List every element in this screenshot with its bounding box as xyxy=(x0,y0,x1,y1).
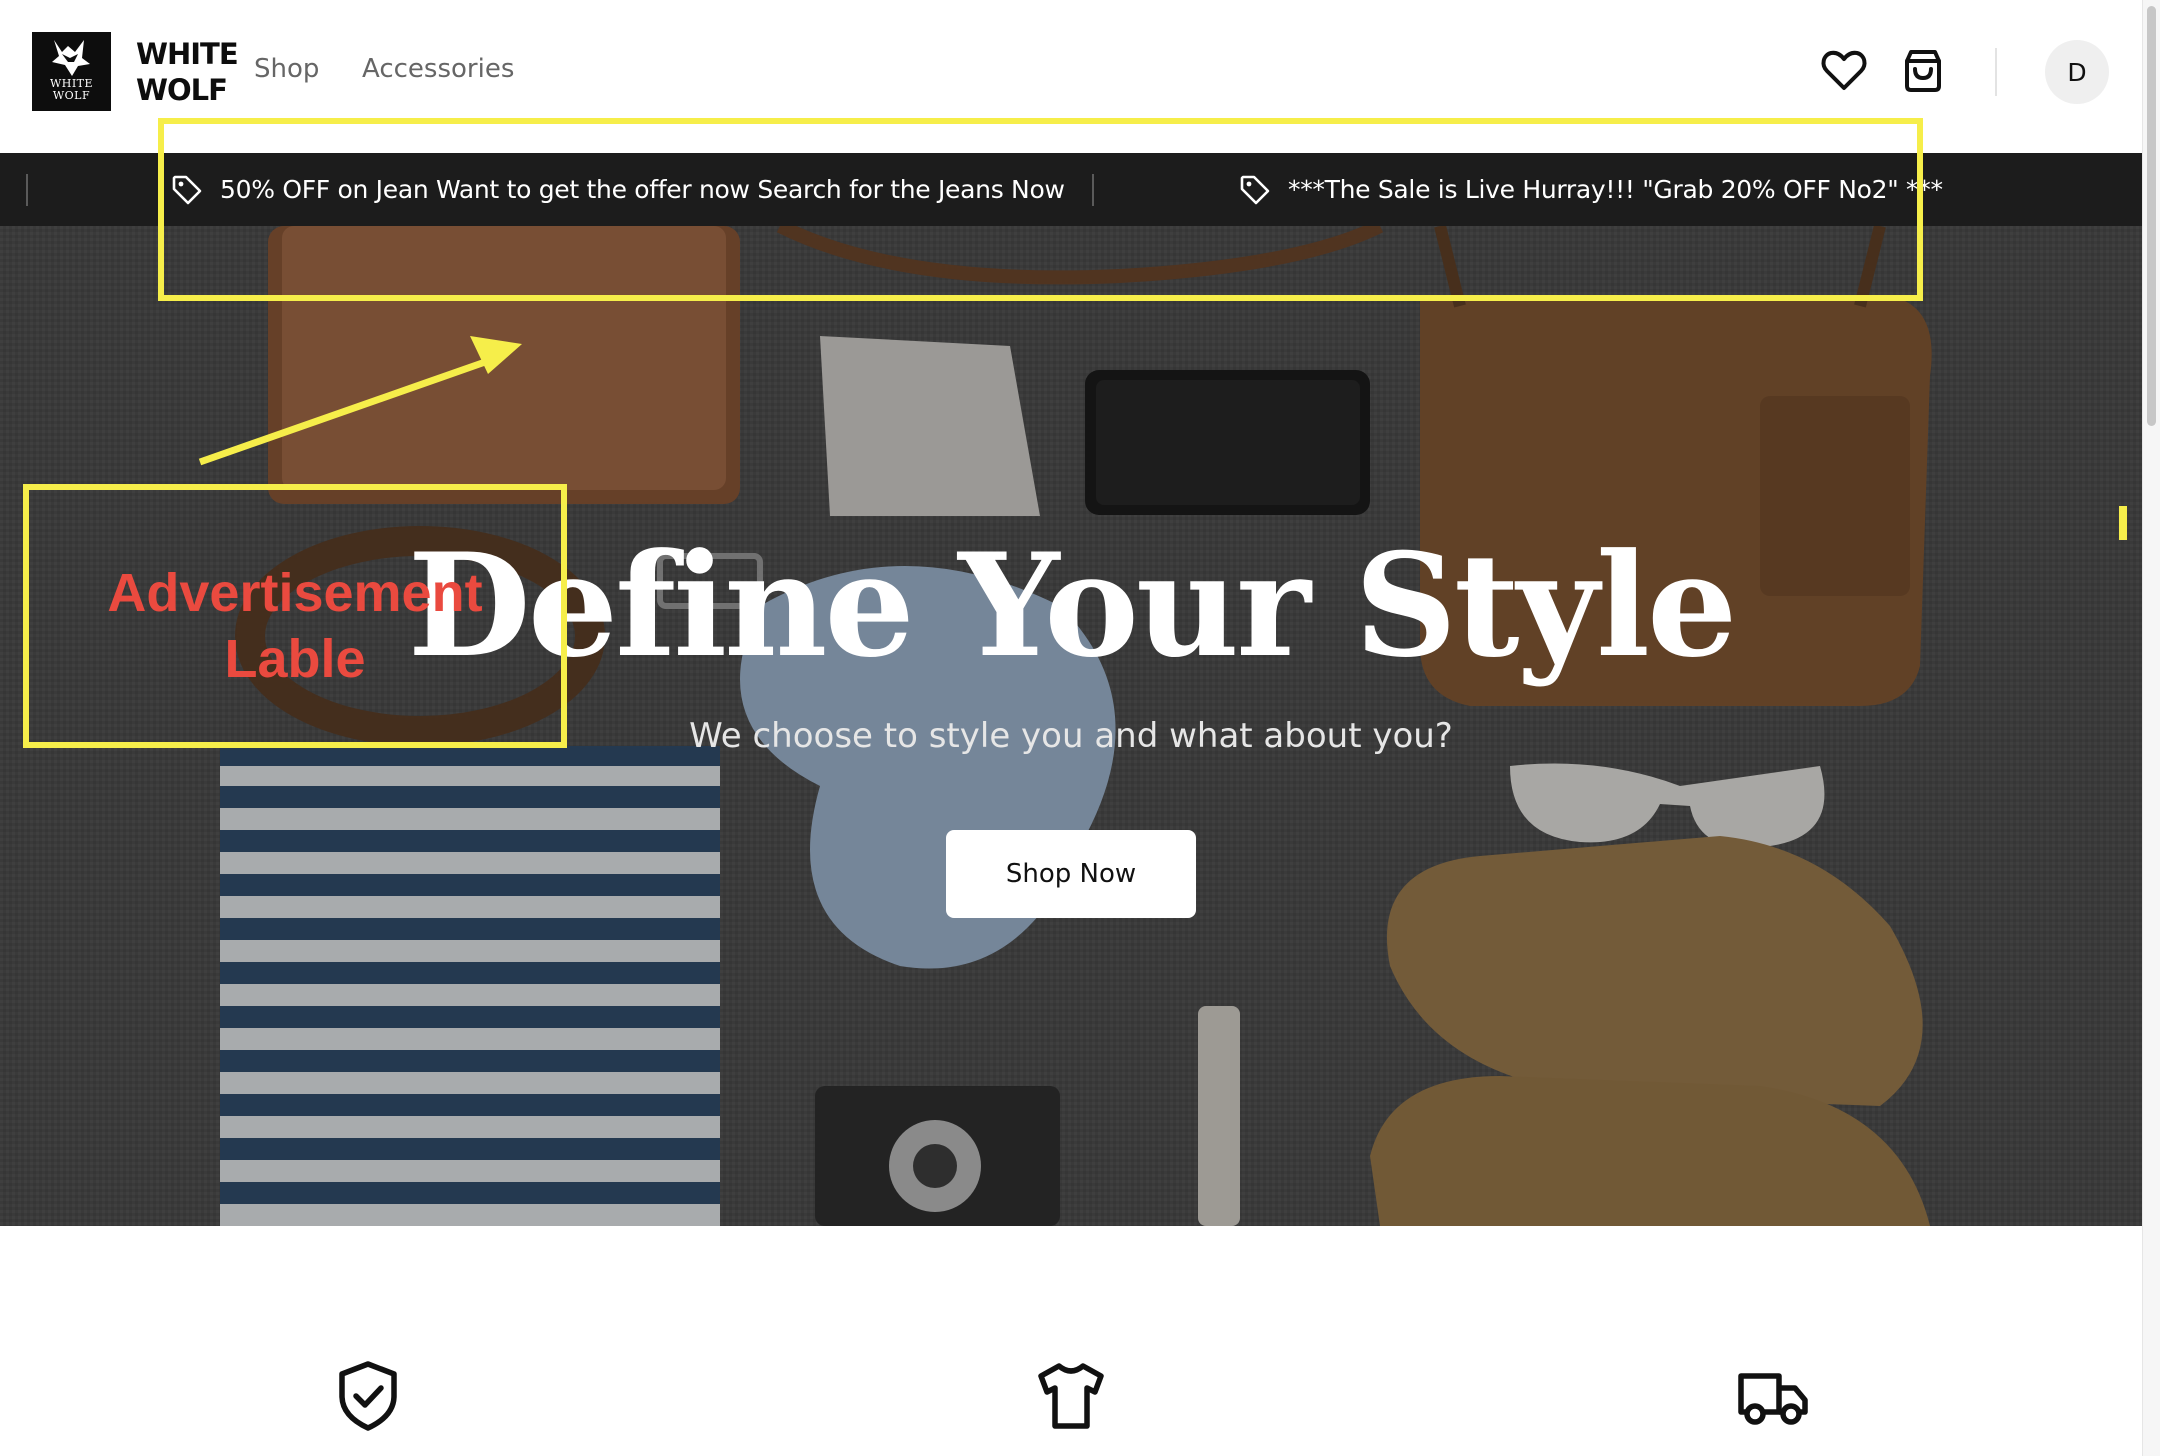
tshirt-icon xyxy=(1033,1358,1109,1434)
announcement-separator xyxy=(1092,174,1094,206)
header-divider xyxy=(1995,48,1997,96)
hero-banner: Define Your Style We choose to style you… xyxy=(0,226,2142,1226)
announcement-separator xyxy=(26,174,28,206)
heart-icon[interactable] xyxy=(1819,46,1869,96)
nav-accessories[interactable]: Accessories xyxy=(362,54,514,84)
announcement-text: 50% OFF on Jean Want to get the offer no… xyxy=(220,175,1065,204)
wolf-logo-icon[interactable]: WHITE WOLF xyxy=(32,32,111,111)
tag-icon xyxy=(172,175,202,204)
logo-text-line1: WHITE xyxy=(49,77,94,90)
shop-now-button[interactable]: Shop Now xyxy=(946,830,1196,918)
announcement-item[interactable]: ***The Sale is Live Hurray!!! "Grab 20% … xyxy=(1238,153,1943,226)
annotation-label-line2: Lable xyxy=(224,629,366,689)
announcement-text: ***The Sale is Live Hurray!!! "Grab 20% … xyxy=(1288,175,1943,204)
annotation-marker xyxy=(2119,506,2127,540)
nav-shop[interactable]: Shop xyxy=(254,54,319,84)
scrollbar-thumb[interactable] xyxy=(2147,6,2156,426)
truck-icon xyxy=(1735,1358,1811,1434)
site-header: WHITE WOLF WHITE WOLF Shop Accessories D xyxy=(0,0,2142,153)
page-scrollbar[interactable] xyxy=(2142,0,2160,1456)
shield-check-icon xyxy=(330,1358,406,1434)
shopping-bag-icon[interactable] xyxy=(1898,46,1948,96)
announcement-item[interactable]: 50% OFF on Jean Want to get the offer no… xyxy=(170,153,1065,226)
hero-subtitle: We choose to style you and what about yo… xyxy=(689,716,1453,756)
annotation-label-line1: Advertisement xyxy=(107,563,483,623)
announcement-bar: 50% OFF on Jean Want to get the offer no… xyxy=(0,153,2142,226)
tag-icon xyxy=(1240,175,1270,204)
annotation-label: Advertisement Lable xyxy=(26,560,564,692)
brand-name[interactable]: WHITE WOLF xyxy=(136,36,246,108)
logo-text-line2: WOLF xyxy=(52,89,91,102)
user-avatar[interactable]: D xyxy=(2045,40,2109,104)
